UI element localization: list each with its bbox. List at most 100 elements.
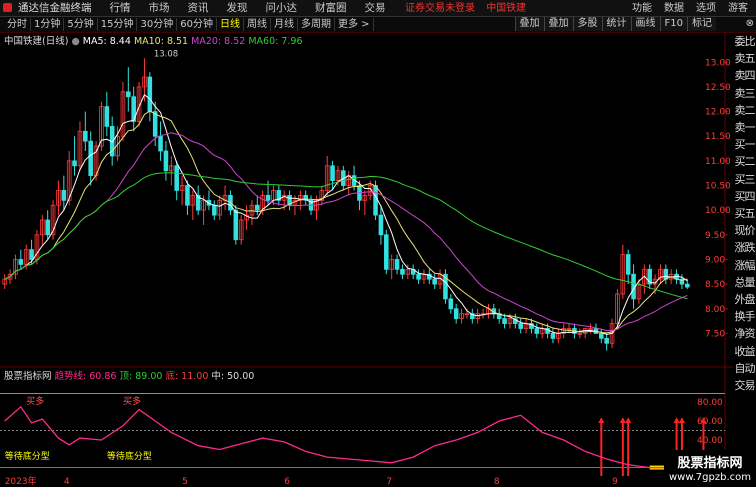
x-axis-label: 7 [386, 477, 392, 487]
candle-body [453, 308, 459, 320]
price-tick-label: 11.00 [705, 157, 731, 167]
quote-field-label: 交易 [734, 379, 756, 393]
buy-arrow-icon [678, 417, 685, 423]
period-tab[interactable]: 多周期 [298, 18, 335, 31]
price-tick-label: 9.50 [705, 231, 725, 241]
quote-field-label: 净资 [734, 327, 756, 341]
candle-body [83, 130, 88, 142]
menu-quotes[interactable]: 行情 [101, 2, 140, 15]
menu-news[interactable]: 资讯 [179, 2, 218, 15]
candle-body [400, 268, 405, 275]
period-tab[interactable]: 更多 > [335, 18, 374, 31]
price-tick-label: 12.00 [705, 108, 731, 118]
indicator-tick-label: 60.00 [697, 417, 723, 427]
candle-body [88, 140, 93, 177]
menu-data[interactable]: 数据 [658, 2, 690, 15]
period-tab[interactable]: 月线 [271, 18, 298, 31]
chart-tools: 叠加 叠加 多股 统计 画线 F10 标记 [514, 17, 716, 31]
main-menu: 通达信金融终端 行情 市场 资讯 发现 问小达 财富圈 交易 [4, 2, 395, 15]
quote-field-label: 买一 [734, 138, 756, 152]
quote-field-label: 涨跌 [734, 241, 756, 255]
price-tick-label: 10.00 [705, 206, 731, 216]
quote-field-label: 卖四 [734, 69, 756, 83]
login-alert-text: 证券交易未登录 [405, 3, 475, 14]
tool-button[interactable]: 叠加 [543, 17, 573, 31]
quote-field-label: 买二 [734, 155, 756, 169]
quote-field-label: 卖三 [734, 86, 756, 100]
period-tab[interactable]: 60分钟 [177, 18, 217, 31]
signal-label: 等待底分型 [5, 450, 50, 462]
period-tab[interactable]: 日线 [217, 18, 244, 31]
quote-panel: 委比 卖五 卖四 卖三 卖二 卖一 买一 买二 买三 买四 买五 现价 涨跌 涨幅 总量 外盘 换手 净资 收益 自动… [733, 33, 756, 392]
buy-arrow-icon [673, 417, 680, 423]
candle-body [265, 194, 271, 201]
ma20-line [4, 132, 688, 331]
quote-field-label: 卖二 [734, 103, 756, 117]
period-tab[interactable]: 周线 [244, 18, 271, 31]
x-axis-label: 6 [284, 477, 290, 487]
indicator-tick-label: 40.00 [697, 436, 723, 446]
candle-body [147, 76, 153, 112]
period-tab[interactable]: 30分钟 [137, 18, 178, 31]
x-axis-label: 4 [64, 477, 70, 487]
tool-button[interactable]: 叠加 [514, 17, 544, 31]
tool-button[interactable]: 多股 [572, 17, 602, 31]
watermark-url: www.7gpzb.com [669, 472, 751, 483]
ma60-line [4, 172, 688, 300]
menu-wealth[interactable]: 财富圈 [306, 2, 356, 15]
watermark-title: 股票指标网 [677, 456, 743, 471]
period-toolbar: 分时 1分钟 5分钟 15分钟 30分钟 60分钟 日线 周线 月线 多周期 更多 > 叠加 叠加 多股… [0, 17, 756, 33]
candle-body [625, 254, 631, 275]
candle-body [61, 190, 67, 201]
menu-market[interactable]: 市场 [140, 2, 179, 15]
menu-discover[interactable]: 发现 [218, 2, 257, 15]
candle-body [534, 328, 540, 334]
candle-body [163, 150, 169, 172]
tool-button[interactable]: 画线 [630, 17, 660, 31]
x-axis-label: 9 [612, 477, 618, 487]
x-axis-label: 2023年 [5, 475, 37, 487]
quote-field-label: 外盘 [734, 293, 756, 307]
candle-body [432, 278, 437, 285]
tool-button[interactable]: 统计 [601, 17, 631, 31]
menu-function[interactable]: 功能 [626, 2, 658, 15]
tool-button[interactable]: 标记 [687, 17, 716, 31]
quote-field-label: 卖五 [734, 52, 756, 66]
quote-field-label: 现价 [734, 224, 756, 238]
app-name: 通达信金融终端 [18, 2, 92, 14]
period-tab[interactable]: 5分钟 [64, 18, 98, 31]
period-tab[interactable]: 分时 [4, 18, 31, 31]
login-alert[interactable]: 证券交易未登录 中国铁建 [405, 2, 526, 15]
quote-field-label: 收益 [734, 344, 756, 358]
price-tick-label: 12.50 [705, 83, 731, 93]
period-tabs: 分时 1分钟 5分钟 15分钟 30分钟 60分钟 日线 周线 月线 多周期 更多 > [4, 18, 374, 31]
period-tab[interactable]: 15分钟 [98, 18, 138, 31]
stock-chart[interactable]: 13.00 12.50 12.00 11.50 11.00 10.50 10.00 9.50 9… [0, 33, 733, 487]
candle-body [378, 214, 384, 236]
quote-field-label: 换手 [734, 310, 756, 324]
candle-body [604, 337, 609, 344]
period-tab[interactable]: 1分钟 [31, 18, 65, 31]
menu-guest[interactable]: 游客 [722, 2, 754, 15]
tool-button[interactable]: F10 [659, 17, 687, 31]
x-axis-label: 8 [494, 477, 500, 487]
candle-body [45, 219, 50, 236]
quote-field-label: 买四 [734, 189, 756, 203]
candle-body [233, 209, 239, 241]
price-tick-label: 10.50 [705, 182, 731, 192]
price-tick-label: 9.00 [705, 255, 725, 265]
close-icon[interactable]: ⊗ [746, 18, 754, 29]
quote-field-label: 涨幅 [734, 258, 756, 272]
quote-field-label: 委比 [734, 35, 756, 48]
candle-body [158, 135, 163, 152]
menu-options[interactable]: 选项 [690, 2, 722, 15]
candle-body [104, 106, 110, 127]
price-tick-label: 13.00 [705, 58, 731, 68]
candle-body [373, 185, 378, 216]
candle-body [416, 273, 421, 280]
quote-field-label: 自动 [734, 361, 756, 375]
menu-ask[interactable]: 问小达 [257, 2, 307, 15]
candle-body [212, 204, 217, 216]
menu-trade[interactable]: 交易 [356, 2, 395, 15]
candle-body [384, 234, 389, 270]
